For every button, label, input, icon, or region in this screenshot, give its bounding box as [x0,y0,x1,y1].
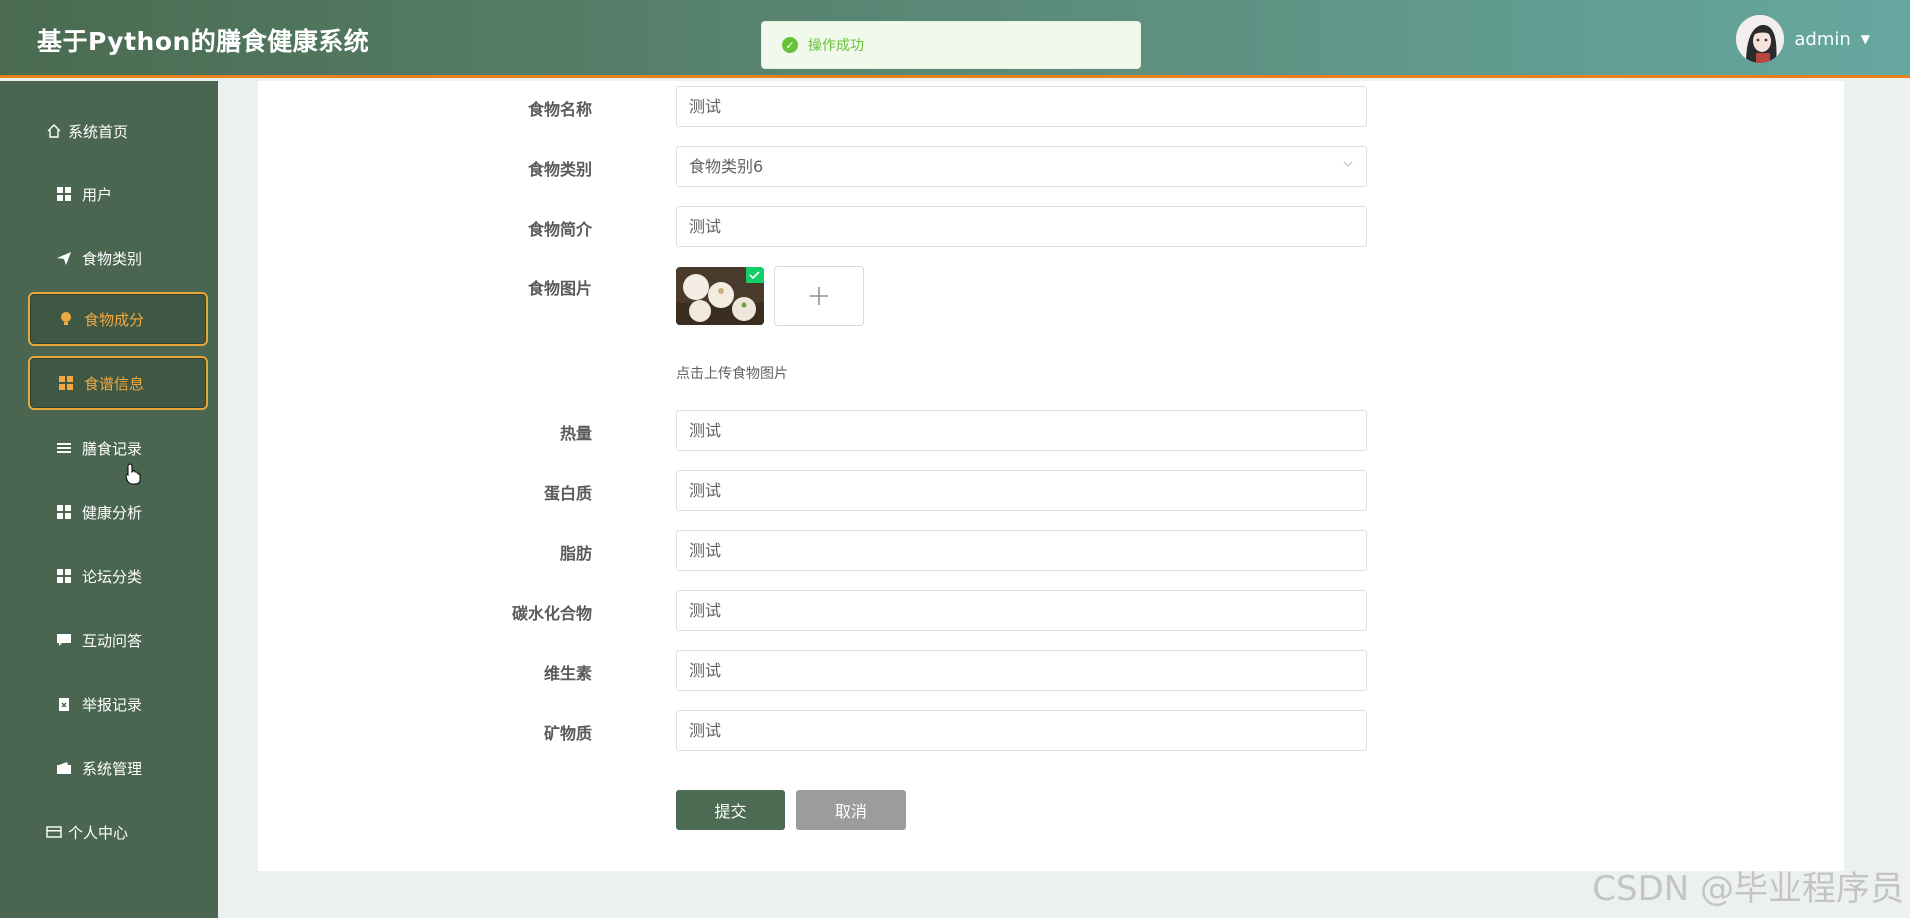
sidebar-item-qa[interactable]: 互动问答 [28,613,208,667]
protein-input[interactable]: 测试 [676,470,1367,511]
sidebar-item-label: 系统管理 [82,759,143,778]
sidebar-item-label: 论坛分类 [82,567,143,586]
plus-icon [810,287,828,305]
sidebar-item-label: 食物类别 [82,249,143,268]
sidebar-item-label: 用户 [82,185,113,204]
grid-icon [56,568,72,584]
sidebar-item-label: 举报记录 [82,695,143,714]
send-icon [56,250,72,266]
food-category-label: 食物类别 [527,160,592,179]
food-intro-label: 食物简介 [527,220,592,239]
calories-input[interactable]: 测试 [676,410,1367,451]
sidebar-item-food-category[interactable]: 食物类别 [28,231,208,285]
sidebar-item-label: 个人中心 [68,823,129,842]
watermark: CSDN @毕业程序员 [1592,869,1904,909]
sidebar-item-users[interactable]: 用户 [28,167,208,221]
carbs-label: 碳水化合物 [511,604,592,623]
food-image-label: 食物图片 [527,279,592,298]
home-icon [46,123,62,139]
submit-button[interactable]: 提交 [676,790,785,830]
sidebar-item-profile[interactable]: 个人中心 [18,805,198,859]
carbs-input[interactable]: 测试 [676,590,1367,631]
check-circle-icon: ✓ [782,37,798,53]
grid-icon [56,504,72,520]
food-category-value: 食物类别6 [689,157,764,176]
wallet-icon [56,760,72,776]
username[interactable]: admin [1794,29,1850,50]
upload-button[interactable] [774,266,864,326]
app-title: 基于Python的膳食健康系统 [37,27,370,56]
cancel-button[interactable]: 取消 [796,790,906,830]
food-image-thumbnail[interactable] [676,267,764,325]
vitamins-label: 维生素 [543,664,592,683]
sidebar: 系统首页 用户 食物类别 食物成分 食谱信息 膳食记录 健康分析 论坛分类 互动… [0,81,218,918]
sidebar-item-system[interactable]: 系统管理 [28,741,208,795]
hand-cursor-icon [125,463,141,485]
sidebar-item-label: 膳食记录 [82,439,143,458]
sidebar-item-reports[interactable]: 举报记录 [28,677,208,731]
grid-icon [58,375,74,391]
sidebar-item-label: 食物成分 [84,310,145,329]
minerals-input[interactable]: 测试 [676,710,1367,751]
minerals-label: 矿物质 [543,724,592,743]
chevron-down-icon[interactable]: ▼ [1861,32,1870,46]
sidebar-item-home[interactable]: 系统首页 [18,104,198,158]
chat-icon [56,632,72,648]
sidebar-item-health-analysis[interactable]: 健康分析 [28,485,208,539]
toast-message: 操作成功 [808,38,864,54]
card-icon [46,824,62,840]
success-toast: ✓ 操作成功 [761,21,1141,69]
chevron-down-icon[interactable] [1342,147,1354,186]
food-name-input[interactable]: 测试 [676,86,1367,127]
sidebar-item-recipes[interactable]: 食谱信息 [28,356,208,410]
clipboard-icon [56,696,72,712]
sidebar-item-label: 系统首页 [68,122,129,141]
list-icon [56,440,72,456]
fat-label: 脂肪 [559,544,592,563]
sidebar-item-label: 食谱信息 [84,374,145,393]
vitamins-input[interactable]: 测试 [676,650,1367,691]
user-menu[interactable]: admin ▼ [1736,15,1870,63]
calories-label: 热量 [559,424,592,443]
food-name-label: 食物名称 [527,100,592,119]
fat-input[interactable]: 测试 [676,530,1367,571]
upload-tip: 点击上传食物图片 [676,366,788,382]
content-card: 食物名称 测试 食物类别 食物类别6 食物简介 测试 食物图片 点击上传食物图片… [258,81,1844,871]
sidebar-item-diet-records[interactable]: 膳食记录 [28,421,208,475]
sidebar-item-label: 互动问答 [82,631,143,650]
food-intro-input[interactable]: 测试 [676,206,1367,247]
avatar[interactable] [1736,15,1785,63]
sidebar-item-label: 健康分析 [82,503,143,522]
bulb-icon [58,311,74,327]
protein-label: 蛋白质 [543,484,592,503]
scrollbar[interactable] [1902,81,1910,918]
grid-icon [56,186,72,202]
sidebar-item-food-ingredients[interactable]: 食物成分 [28,292,208,346]
sidebar-item-forum-category[interactable]: 论坛分类 [28,549,208,603]
food-category-select[interactable]: 食物类别6 [676,146,1367,187]
